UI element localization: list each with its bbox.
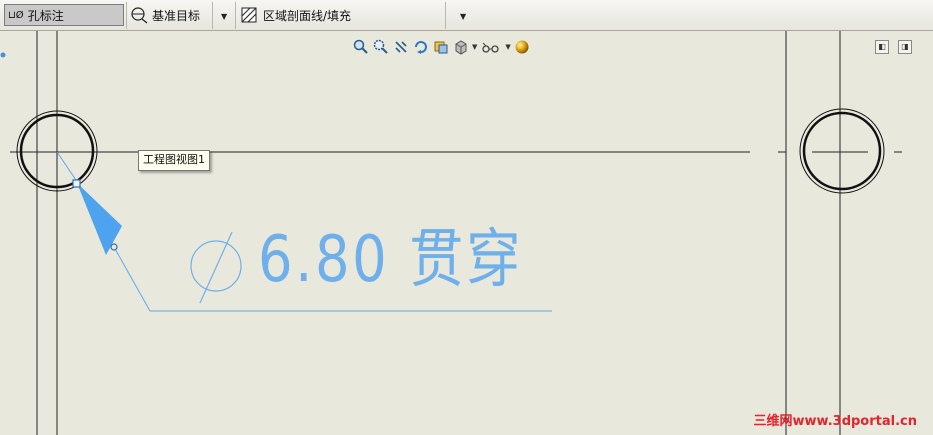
leader-drag-handle[interactable] bbox=[72, 179, 81, 188]
hole-callout-button[interactable]: ⊔Ø 孔标注 bbox=[4, 4, 124, 26]
area-hatch-label: 区域剖面线/填充 bbox=[263, 8, 352, 23]
chevron-down-icon[interactable]: ▼ bbox=[221, 12, 227, 21]
datum-target-label: 基准目标 bbox=[152, 8, 201, 23]
hole-callout-label: 孔标注 bbox=[27, 8, 64, 23]
point-marker[interactable] bbox=[0, 52, 6, 58]
datum-target-icon bbox=[131, 7, 148, 24]
diameter-symbol-slash bbox=[199, 231, 233, 304]
leader-control-point[interactable] bbox=[110, 243, 118, 251]
diameter-symbol-icon bbox=[190, 240, 242, 292]
hole-callout-note[interactable]: 6.80 贯穿 bbox=[258, 225, 523, 295]
chevron-down-icon[interactable]: ▼ bbox=[460, 12, 466, 21]
view-tooltip: 工程图视图1 bbox=[138, 150, 210, 171]
hatch-icon bbox=[241, 7, 257, 23]
leader-line bbox=[113, 246, 151, 312]
area-hatch-button[interactable]: 区域剖面线/填充 bbox=[241, 4, 441, 26]
hole-outer-circle bbox=[799, 108, 885, 194]
toolbar-separator bbox=[445, 2, 446, 29]
toolbar-separator bbox=[235, 2, 236, 29]
toolbar-separator bbox=[126, 2, 127, 29]
toolbar-separator bbox=[212, 2, 213, 29]
hole-callout-icon: ⊔Ø bbox=[8, 9, 24, 21]
command-toolbar: ⊔Ø 孔标注 基准目标 ▼ 区域剖面线/填充 ▼ bbox=[0, 0, 933, 31]
datum-target-button[interactable]: 基准目标 bbox=[130, 4, 210, 26]
watermark: 三维网www.3dportal.cn bbox=[753, 414, 917, 429]
hole-circle[interactable] bbox=[802, 111, 882, 191]
